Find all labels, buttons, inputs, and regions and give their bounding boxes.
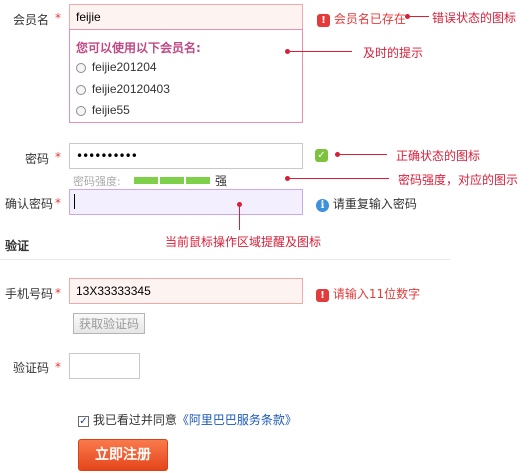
password-strength-bar [134, 177, 210, 184]
annotation-timely-hint: 及时的提示 [363, 46, 424, 60]
suggestion-title: 您可以使用以下会员名: [76, 41, 201, 55]
username-label: 会员名 [13, 13, 50, 27]
annotation-line [239, 204, 240, 230]
section-divider [0, 259, 450, 260]
verification-code-label: 验证码 [13, 361, 50, 375]
annotation-error-icon: 错误状态的图标 [432, 11, 517, 25]
exclamation-icon: ! [316, 289, 329, 302]
agreement-row: ✓ 我已看过并同意《阿里巴巴服务条款》 [78, 413, 297, 427]
confirm-required-mark: * [55, 196, 61, 210]
username-suggestion-box: 您可以使用以下会员名: feijie201204 feijie20120403 … [69, 29, 303, 123]
suggestion-option[interactable]: feijie201204 [76, 60, 157, 74]
annotation-line [337, 154, 387, 155]
password-label: 密码 [25, 152, 50, 166]
username-error-message: ! 会员名已存在 [317, 10, 406, 27]
confirm-password-hint: i 请重复输入密码 [316, 195, 417, 212]
confirm-password-input[interactable] [69, 189, 303, 215]
password-input[interactable] [69, 143, 303, 169]
username-input[interactable] [69, 4, 303, 30]
terms-link[interactable]: 《阿里巴巴服务条款》 [177, 413, 297, 427]
radio-icon[interactable] [76, 62, 86, 73]
annotation-line [407, 16, 429, 17]
suggestion-option[interactable]: feijie20120403 [76, 82, 170, 96]
annotation-correct-icon: 正确状态的图标 [396, 149, 481, 163]
info-icon: i [316, 199, 329, 212]
password-strength-label: 密码强度: [73, 175, 121, 188]
radio-icon[interactable] [76, 105, 86, 116]
confirm-password-label: 确认密码 [5, 197, 54, 211]
phone-label: 手机号码 [5, 287, 54, 301]
exclamation-icon: ! [317, 14, 330, 27]
radio-icon[interactable] [76, 84, 86, 95]
username-required-mark: * [55, 11, 61, 25]
password-required-mark: * [55, 150, 61, 164]
register-submit-button[interactable]: 立即注册 [78, 439, 168, 471]
annotation-strength: 密码强度，对应的图示 [398, 173, 519, 187]
phone-input[interactable] [69, 278, 303, 304]
phone-required-mark: * [55, 286, 61, 300]
get-verification-code-button[interactable]: 获取验证码 [73, 313, 145, 334]
text-cursor [74, 194, 75, 209]
annotation-focus-area: 当前鼠标操作区域提醒及图标 [165, 235, 322, 249]
suggestion-option[interactable]: feijie55 [76, 103, 130, 117]
verification-code-input[interactable] [69, 353, 140, 379]
annotation-line [287, 178, 389, 179]
phone-error-message: ! 请输入11位数字 [316, 285, 420, 302]
agreement-checkbox[interactable]: ✓ [78, 416, 89, 427]
password-strength-text: 强 [215, 174, 228, 188]
code-required-mark: * [55, 360, 61, 374]
check-icon: ✓ [315, 149, 328, 162]
annotation-line [287, 51, 352, 52]
verify-section-title: 验证 [5, 239, 30, 253]
